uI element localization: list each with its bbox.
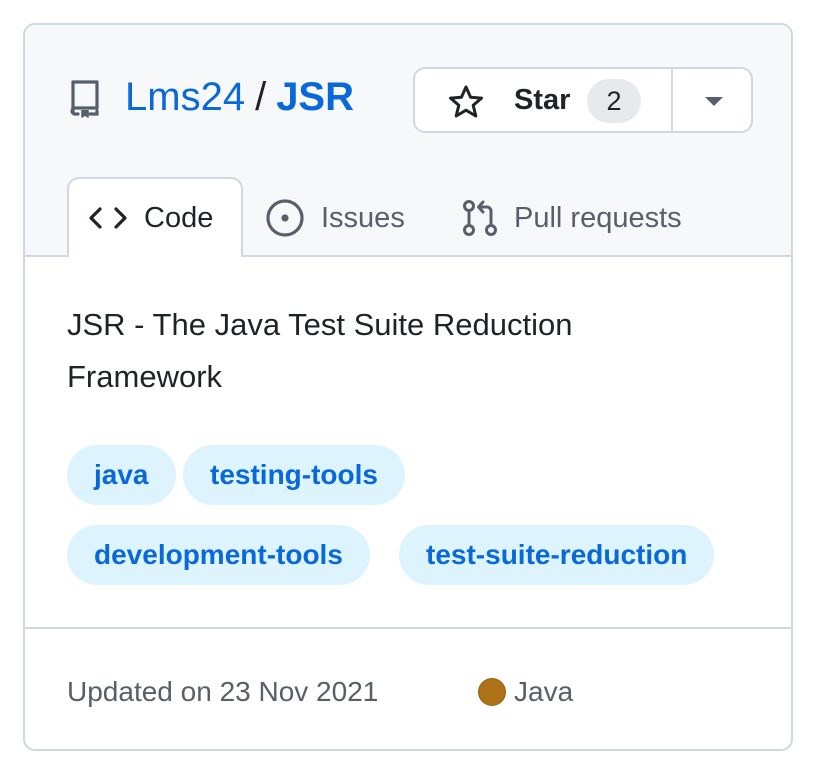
star-count-badge: 2 [587, 79, 641, 123]
tab-issues-label: Issues [321, 201, 405, 234]
star-list-dropdown-button[interactable] [673, 69, 751, 131]
footer-divider [25, 627, 791, 629]
repo-title-separator: / [255, 75, 267, 119]
repo-card: Lms24/JSR Star 2 Code Issues Pull reques… [23, 23, 793, 751]
topic-tag-development-tools[interactable]: development-tools [67, 525, 370, 585]
git-pull-request-icon [463, 200, 497, 236]
caret-down-icon [705, 97, 723, 106]
tab-code-label: Code [144, 201, 214, 234]
topic-tag-test-suite-reduction[interactable]: test-suite-reduction [399, 525, 715, 585]
repo-name-link[interactable]: JSR [276, 75, 354, 119]
language-label: Java [514, 676, 574, 707]
tab-pull-requests-label: Pull requests [514, 201, 682, 234]
star-label: Star [514, 84, 571, 116]
updated-date: Updated on 23 Nov 2021 [67, 676, 379, 707]
issue-opened-icon [266, 199, 304, 237]
repo-title: Lms24/JSR [125, 69, 354, 125]
repo-header: Lms24/JSR Star 2 Code Issues Pull reques… [25, 25, 791, 257]
star-icon [449, 85, 483, 118]
repo-description: JSR - The Java Test Suite Reduction Fram… [67, 307, 573, 394]
topic-tag-testing-tools[interactable]: testing-tools [183, 445, 405, 505]
tab-issues[interactable]: Issues [265, 179, 405, 257]
repo-icon [70, 80, 99, 118]
tab-pull-requests[interactable]: Pull requests [462, 179, 682, 257]
language-color-dot [478, 678, 506, 706]
tab-code[interactable]: Code [67, 177, 243, 257]
topic-tag-java[interactable]: java [67, 445, 176, 505]
repo-owner-link[interactable]: Lms24 [125, 75, 245, 119]
repo-language: Java [478, 675, 573, 709]
star-button-group: Star 2 [413, 67, 753, 133]
code-icon [89, 207, 127, 229]
star-button[interactable]: Star 2 [415, 69, 673, 131]
